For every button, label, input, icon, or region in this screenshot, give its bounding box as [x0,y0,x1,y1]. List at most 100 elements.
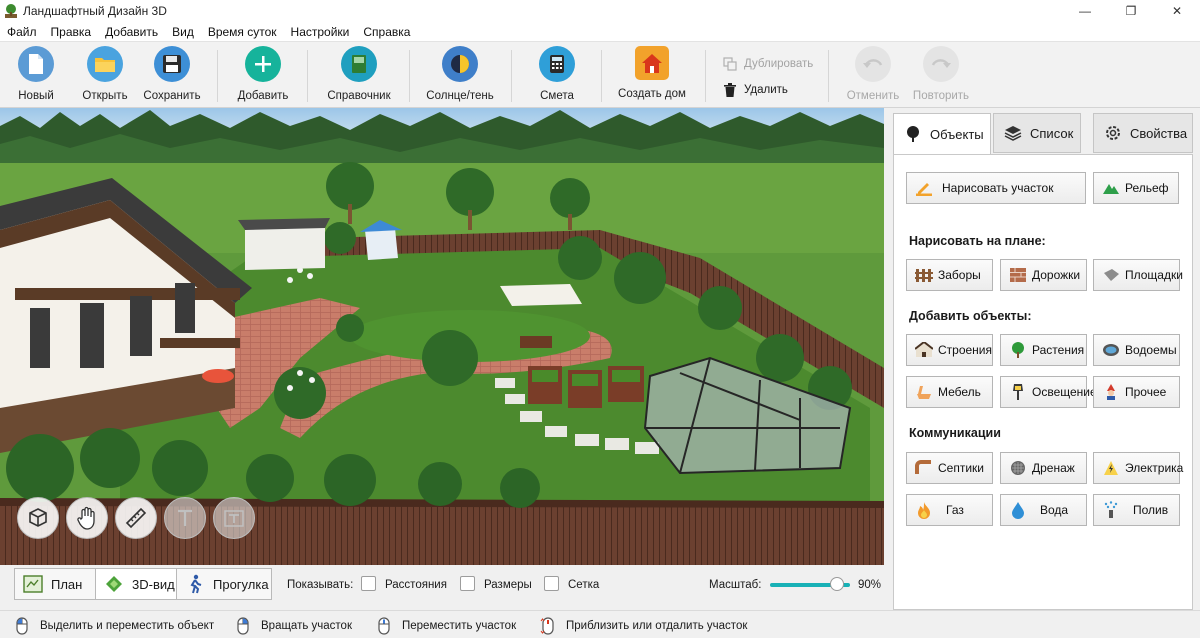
plan-icon [23,574,43,594]
ruler-button[interactable] [115,497,157,539]
lighting-button[interactable]: Освещение [1000,376,1097,408]
zoom-slider-handle[interactable] [830,577,844,591]
menu-file[interactable]: Файл [0,22,44,42]
create-house-button[interactable]: Создать дом [615,46,689,106]
toolbar-separator [601,50,602,102]
text-frame-button[interactable] [213,497,255,539]
paths-button[interactable]: Дорожки [1000,259,1087,291]
menu-view[interactable]: Вид [165,22,201,42]
distances-label: Расстояния [385,579,447,591]
plants-button[interactable]: Растения [1000,334,1087,366]
status-rotate-text: Вращать участок [261,620,352,632]
drainage-button[interactable]: Дренаж [1000,452,1087,484]
zoom-value: 90% [858,579,882,591]
mouse-middle-icon [376,617,392,635]
open-button[interactable]: Открыть [78,46,132,106]
buildings-label: Строения [938,343,993,357]
calculator-icon [539,46,575,82]
bricks-icon [1009,266,1027,284]
tab-properties-label: Свойства [1130,125,1188,141]
book-icon [341,46,377,82]
open-label: Открыть [82,90,128,102]
estimate-button[interactable]: Смета [530,46,584,106]
gnome-icon [1102,383,1120,401]
gas-label: Газ [946,503,964,517]
tree-icon [904,125,922,143]
lighting-label: Освещение [1032,385,1097,399]
reference-button[interactable]: Справочник [325,46,393,106]
pipe-icon [915,459,933,477]
menu-help[interactable]: Справка [356,22,417,42]
drainage-label: Дренаж [1032,461,1075,475]
lightning-icon [1102,459,1120,477]
objects-panel: Нарисовать участок Рельеф Нарисовать на … [893,154,1193,610]
walk-label: Прогулка [213,576,269,592]
redo-icon [923,46,959,82]
fences-button[interactable]: Заборы [906,259,993,291]
ponds-button[interactable]: Водоемы [1093,334,1180,366]
toolbar-separator [307,50,308,102]
right-panel: Объекты Список Свойства Нарисовать участ… [888,108,1200,610]
window-title: Ландшафтный Дизайн 3D [23,4,167,18]
tab-3d-view[interactable]: 3D-вид [95,568,177,600]
tab-list[interactable]: Список [993,113,1081,153]
status-move-text: Переместить участок [402,620,517,632]
delete-button[interactable]: Удалить [722,82,788,98]
areas-button[interactable]: Площадки [1093,259,1183,291]
minimize-button[interactable]: — [1062,0,1108,22]
sun-shadow-button[interactable]: Солнце/тень [426,46,494,106]
toolbar-separator [409,50,410,102]
pencil-icon [915,179,933,197]
tile-icon [1102,266,1120,284]
3d-view-icon [104,574,124,594]
view-3d-rotate-button[interactable] [17,497,59,539]
add-button[interactable]: Добавить [234,46,292,106]
menu-add[interactable]: Добавить [98,22,165,42]
water-label: Вода [1040,503,1069,517]
drain-icon [1009,459,1027,477]
plus-icon [245,46,281,82]
other-button[interactable]: Прочее [1093,376,1180,408]
close-button[interactable]: ✕ [1154,0,1200,22]
sizes-checkbox[interactable] [460,576,475,591]
undo-button[interactable]: Отменить [844,46,902,106]
tab-objects[interactable]: Объекты [893,113,991,155]
furniture-button[interactable]: Мебель [906,376,993,408]
plants-label: Растения [1032,343,1085,357]
save-button[interactable]: Сохранить [143,46,201,106]
walker-icon [185,574,205,594]
text-tool-button[interactable] [164,497,206,539]
sun-moon-icon [442,46,478,82]
pan-hand-button[interactable] [66,497,108,539]
new-label: Новый [18,90,54,102]
menu-edit[interactable]: Правка [44,22,99,42]
distances-checkbox[interactable] [361,576,376,591]
gas-button[interactable]: Газ [906,494,993,526]
water-button[interactable]: Вода [1000,494,1087,526]
flame-icon [915,501,933,519]
irrigation-button[interactable]: Полив [1093,494,1180,526]
buildings-button[interactable]: Строения [906,334,993,366]
septics-button[interactable]: Септики [906,452,993,484]
draw-plot-button[interactable]: Нарисовать участок [906,172,1086,204]
menu-time-of-day[interactable]: Время суток [201,22,284,42]
redo-label: Повторить [912,90,970,102]
text-icon [178,509,192,526]
electric-button[interactable]: Электрика [1093,452,1183,484]
save-label: Сохранить [143,90,201,102]
tab-walk[interactable]: Прогулка [176,568,272,600]
gear-icon [1104,124,1122,142]
sprinkler-icon [1102,501,1120,519]
app-window: Ландшафтный Дизайн 3D — ❐ ✕ Файл Правка … [0,0,1200,638]
new-button[interactable]: Новый [10,46,62,106]
tab-properties[interactable]: Свойства [1093,113,1193,153]
duplicate-button[interactable]: Дублировать [722,56,813,72]
maximize-button[interactable]: ❐ [1108,0,1154,22]
redo-button[interactable]: Повторить [910,46,972,106]
tab-plan[interactable]: План [14,568,96,600]
hand-icon [77,506,95,530]
grid-checkbox[interactable] [544,576,559,591]
relief-button[interactable]: Рельеф [1093,172,1179,204]
mountain-icon [1102,179,1120,197]
menu-settings[interactable]: Настройки [284,22,357,42]
